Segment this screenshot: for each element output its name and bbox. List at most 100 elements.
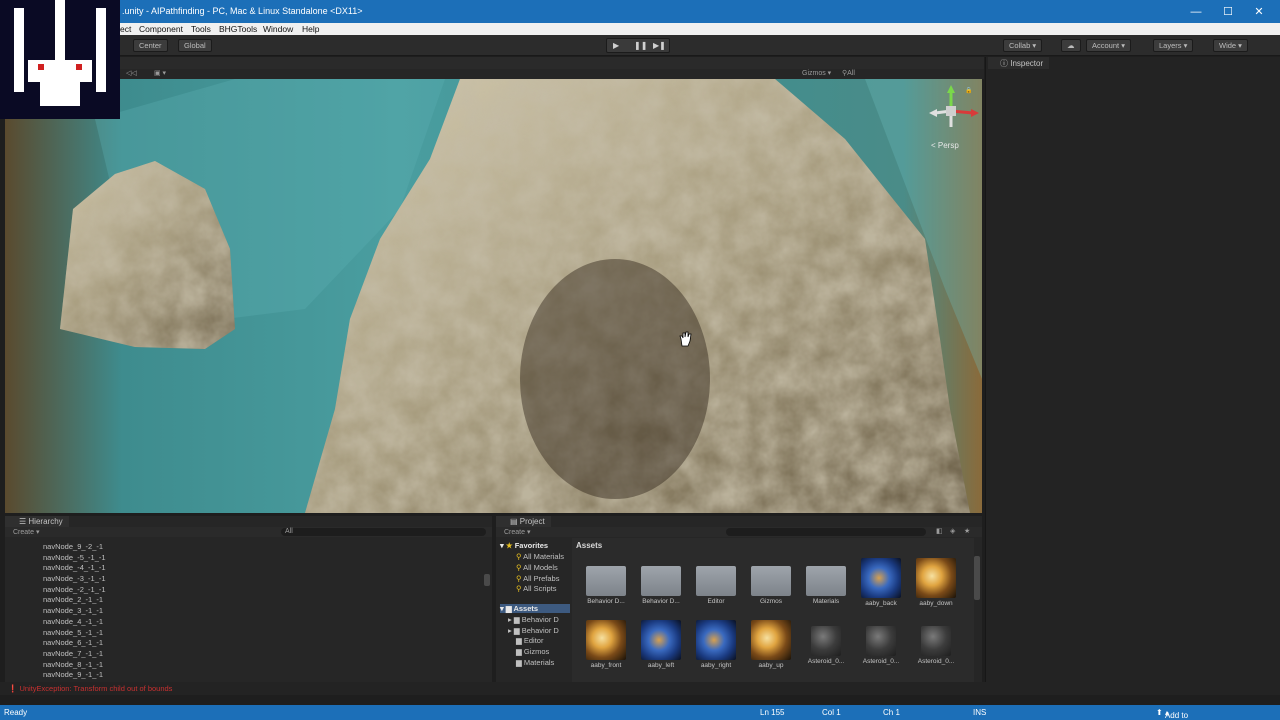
asset-texture[interactable]: aaby_right [690,620,742,669]
project-create-dropdown[interactable]: Create ▾ [504,528,530,536]
asset-label: aaby_up [758,662,784,669]
favorites-header[interactable]: ▾ ★ Favorites [500,541,548,550]
source-control-label: Add to Source Control [1164,711,1189,720]
asset-label: aaby_left [647,662,675,669]
asset-folder[interactable]: Behavior D... [580,558,632,605]
hierarchy-search-input[interactable]: All [281,528,486,536]
list-item[interactable]: navNode_3_-1_-1 [43,606,106,617]
breadcrumb[interactable]: Assets [576,541,602,550]
list-item[interactable]: navNode_8_-1_-1 [43,660,106,671]
minimize-button[interactable]: — [1184,4,1208,20]
list-item[interactable]: navNode_-2_-1_-1 [43,585,106,596]
audio-toggle-icon[interactable]: ◁◁ [126,69,137,77]
tab-project[interactable]: ▤ Project [496,516,551,527]
menu-window[interactable]: Window [263,24,293,34]
tree-folder-label: Behavior D [521,626,559,635]
status-ins: INS [973,708,987,717]
tree-folder[interactable]: ▆ Materials [516,658,554,667]
asset-label: aaby_down [919,600,953,607]
asset-model[interactable]: Asteroid_0... [800,620,852,665]
asset-label: Asteroid_0... [862,658,900,665]
folder-icon [586,566,626,596]
hierarchy-toolbar: Create ▾ All [5,527,492,537]
tab-inspector[interactable]: ⓘ Inspector [988,57,1050,69]
fav-all-materials[interactable]: ⚲ All Materials [516,552,564,561]
favorite-star-icon[interactable]: ★ [964,527,970,535]
inspector-panel: ⓘ Inspector [985,57,1280,682]
pivot-global-button[interactable]: Global [178,39,212,52]
tree-folder[interactable]: ▸ ▆ Behavior D [508,615,559,624]
menu-project[interactable]: ect [120,24,131,34]
cloud-icon[interactable]: ☁ [1061,39,1081,52]
source-control-button[interactable]: ⬆ Add to Source Control ▴ [1156,708,1188,720]
assets-root-folder[interactable]: ▾ ▆ Assets [500,604,570,613]
pivot-center-button[interactable]: Center [133,39,168,52]
fav-label: All Prefabs [523,574,560,583]
pause-button[interactable]: ❚❚ [634,41,647,50]
asset-folder[interactable]: Materials [800,558,852,605]
layout-dropdown[interactable]: Wide ▾ [1213,39,1248,52]
tree-folder[interactable]: ▆ Gizmos [516,647,549,656]
folder-icon [696,566,736,596]
step-button[interactable]: ▶❚ [653,41,666,50]
tab-hierarchy[interactable]: ☰ Hierarchy [5,516,69,527]
maximize-button[interactable]: ☐ [1216,4,1240,20]
fav-all-prefabs[interactable]: ⚲ All Prefabs [516,574,559,583]
layers-dropdown[interactable]: Layers ▾ [1153,39,1194,52]
filter-type-icon[interactable]: ◧ [936,527,943,535]
fav-all-scripts[interactable]: ⚲ All Scripts [516,584,557,593]
texture-thumbnail [696,620,736,660]
list-item[interactable]: navNode_4_-1_-1 [43,617,106,628]
menu-bhgtools[interactable]: BHGTools [219,24,257,34]
asset-texture[interactable]: aaby_back [855,558,907,607]
projection-label[interactable]: < Persp [931,141,959,150]
list-item[interactable]: navNode_-3_-1_-1 [43,574,106,585]
asset-model[interactable]: Asteroid_0... [910,620,962,665]
fav-all-models[interactable]: ⚲ All Models [516,563,558,572]
list-item[interactable]: navNode_6_-1_-1 [43,638,106,649]
asset-texture[interactable]: aaby_left [635,620,687,669]
tree-folder-label: Materials [523,658,555,667]
scene-viewport[interactable]: 🔒 < Persp [5,79,982,513]
console-status-line[interactable]: ❗ UnityException: Transform child out of… [0,682,1280,695]
asset-label: Materials [812,598,840,605]
effects-toggle-icon[interactable]: ▣ ▾ [154,69,166,77]
hierarchy-scrollbar[interactable] [484,574,490,586]
list-item[interactable]: navNode_2_-1_-1 [43,595,106,606]
menu-component[interactable]: Component [139,24,183,34]
hierarchy-create-dropdown[interactable]: Create ▾ [13,528,39,536]
play-button[interactable]: ▶ [613,41,619,50]
collab-button[interactable]: Collab ▾ [1003,39,1043,52]
menu-help[interactable]: Help [302,24,319,34]
project-create-label: Create [504,529,526,536]
search-icon: ⚲ [516,563,522,572]
list-item[interactable]: navNode_7_-1_-1 [43,649,106,660]
asset-folder[interactable]: Editor [690,558,742,605]
asset-texture[interactable]: aaby_down [910,558,962,607]
list-item[interactable]: navNode_-5_-1_-1 [43,553,106,564]
list-item[interactable]: navNode_-4_-1_-1 [43,563,106,574]
account-dropdown[interactable]: Account ▾ [1086,39,1131,52]
orientation-gizmo[interactable]: 🔒 [927,83,979,135]
project-toolbar: Create ▾ ◧ ◈ ★ [496,527,982,537]
project-search-input[interactable] [726,528,926,536]
tree-folder[interactable]: ▆ Editor [516,636,543,645]
asset-model[interactable]: Asteroid_0... [855,620,907,665]
filter-label-icon[interactable]: ◈ [950,527,955,535]
asset-folder[interactable]: Behavior D... [635,558,687,605]
menu-tools[interactable]: Tools [191,24,211,34]
tree-folder[interactable]: ▸ ▆ Behavior D [508,626,559,635]
status-line: Ln 155 [760,708,785,717]
list-item[interactable]: navNode_9_-1_-1 [43,670,106,681]
project-scrollbar[interactable] [974,556,980,600]
close-button[interactable]: ✕ [1247,4,1271,20]
gizmos-dropdown[interactable]: Gizmos ▾ [802,69,831,77]
asset-folder[interactable]: Gizmos [745,558,797,605]
scene-search-input[interactable]: ⚲All [842,69,855,77]
collab-label: Collab [1009,41,1031,50]
asset-texture[interactable]: aaby_front [580,620,632,669]
folder-icon: ▆ [516,636,522,645]
list-item[interactable]: navNode_9_-2_-1 [43,542,106,553]
list-item[interactable]: navNode_5_-1_-1 [43,628,106,639]
asset-texture[interactable]: aaby_up [745,620,797,669]
